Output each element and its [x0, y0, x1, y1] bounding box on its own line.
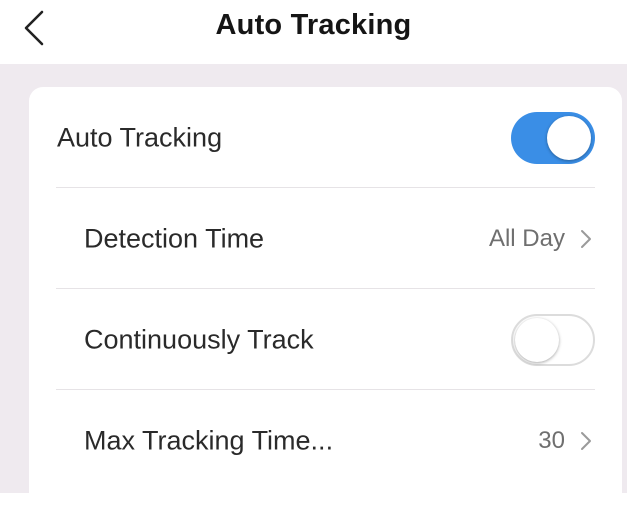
chevron-right-icon — [581, 229, 591, 248]
max-tracking-time-value-group[interactable]: 30 — [538, 427, 593, 455]
auto-tracking-toggle[interactable] — [511, 111, 595, 164]
settings-content: Auto Tracking Detection Time All Day Con… — [0, 64, 627, 507]
continuously-track-row: Continuously Track — [29, 289, 622, 390]
toggle-knob — [547, 115, 591, 160]
detection-time-value: All Day — [488, 224, 565, 252]
header-bar: Auto Tracking — [0, 0, 627, 64]
detection-time-value-group[interactable]: All Day — [489, 225, 593, 253]
continuously-track-label: Continuously Track — [84, 324, 314, 354]
auto-tracking-label: Auto Tracking — [57, 122, 223, 152]
page-title: Auto Tracking — [215, 9, 412, 41]
detection-time-row[interactable]: Detection Time All Day — [29, 188, 622, 289]
max-tracking-time-label: Max Tracking Time... — [84, 425, 334, 455]
max-tracking-time-row[interactable]: Max Tracking Time... 30 — [29, 390, 622, 491]
settings-card: Auto Tracking Detection Time All Day Con… — [29, 87, 622, 507]
chevron-right-icon — [581, 431, 591, 450]
auto-tracking-row: Auto Tracking — [29, 87, 622, 188]
toggle-knob — [515, 317, 559, 362]
continuously-track-toggle[interactable] — [511, 313, 595, 366]
detection-time-label: Detection Time — [84, 223, 265, 253]
max-tracking-time-value: 30 — [538, 426, 565, 454]
